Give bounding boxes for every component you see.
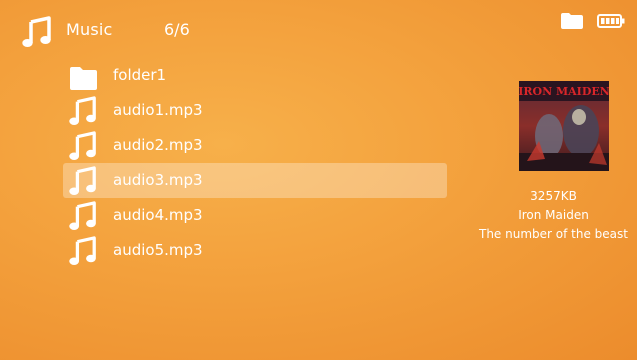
list-item-audio3[interactable]: audio3.mp3 — [63, 163, 447, 198]
list-item-audio1[interactable]: audio1.mp3 — [63, 93, 447, 128]
page-title: Music — [66, 20, 113, 39]
list-item-label: audio3.mp3 — [113, 171, 203, 189]
list-item-label: audio4.mp3 — [113, 206, 203, 224]
file-list: folder1 audio1.mp3 audio2.mp3 audio3.mp3 — [63, 58, 447, 268]
folder-icon — [70, 67, 97, 90]
music-note-icon — [69, 131, 96, 160]
album-cover: IRON MAIDEN — [519, 81, 609, 171]
list-item-audio4[interactable]: audio4.mp3 — [63, 198, 447, 233]
artist-name: Iron Maiden — [518, 208, 589, 222]
list-item-label: folder1 — [113, 66, 167, 84]
list-item-label: audio5.mp3 — [113, 241, 203, 259]
music-note-icon — [69, 96, 96, 125]
music-note-icon — [69, 236, 96, 265]
list-item-folder1[interactable]: folder1 — [63, 58, 447, 93]
music-note-icon — [69, 201, 96, 230]
list-item-audio5[interactable]: audio5.mp3 — [63, 233, 447, 268]
battery-icon — [597, 14, 625, 28]
list-item-label: audio2.mp3 — [113, 136, 203, 154]
music-note-icon — [22, 16, 51, 47]
list-item-audio2[interactable]: audio2.mp3 — [63, 128, 447, 163]
album-name: The number of the beast — [479, 227, 628, 241]
music-note-icon — [69, 166, 96, 195]
cover-title: IRON MAIDEN — [519, 85, 609, 98]
folder-icon — [561, 13, 583, 29]
item-count: 6/6 — [164, 20, 190, 39]
list-item-label: audio1.mp3 — [113, 101, 203, 119]
file-size: 3257KB — [530, 189, 577, 203]
